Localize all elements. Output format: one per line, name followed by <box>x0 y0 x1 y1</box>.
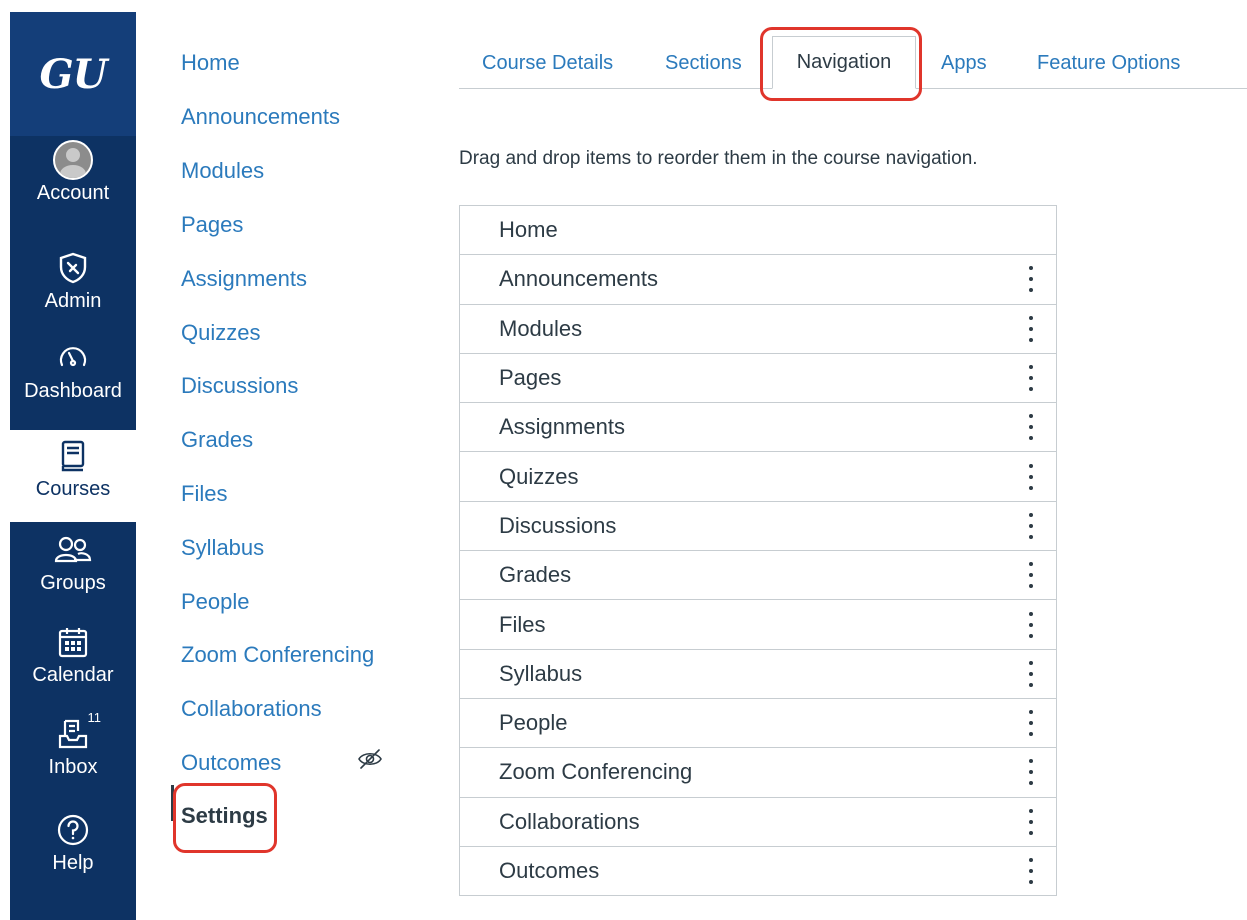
global-nav-label: Courses <box>35 478 111 500</box>
global-nav-calendar[interactable]: Calendar <box>10 622 136 706</box>
course-nav-quizzes[interactable]: Quizzes <box>181 320 260 346</box>
course-nav-pages[interactable]: Pages <box>181 212 243 238</box>
course-nav-assignments[interactable]: Assignments <box>181 266 307 292</box>
kebab-menu-icon[interactable] <box>1024 562 1038 589</box>
list-item-label: Collaborations <box>499 808 640 834</box>
kebab-menu-icon[interactable] <box>1024 808 1038 835</box>
navigation-list: Home Announcements Modules Pages Assignm… <box>459 205 1057 897</box>
avatar-icon <box>53 140 93 180</box>
course-nav-syllabus[interactable]: Syllabus <box>181 535 264 561</box>
course-nav-announcements[interactable]: Announcements <box>181 104 340 130</box>
list-item[interactable]: Outcomes <box>460 847 1056 897</box>
shield-icon <box>53 248 93 288</box>
logo-text: GU <box>39 50 107 98</box>
global-nav-admin[interactable]: Admin <box>10 248 136 332</box>
list-item[interactable]: Quizzes <box>460 452 1056 502</box>
kebab-menu-icon[interactable] <box>1024 611 1038 638</box>
calendar-icon <box>53 622 93 662</box>
list-item[interactable]: Syllabus <box>460 650 1056 699</box>
global-nav-label: Groups <box>40 572 106 594</box>
list-item[interactable]: Assignments <box>460 403 1056 453</box>
course-nav-outcomes[interactable]: Outcomes <box>181 750 281 776</box>
course-nav-modules[interactable]: Modules <box>181 158 264 184</box>
tab-course-details[interactable]: Course Details <box>482 52 613 75</box>
global-nav-inbox[interactable]: 11 Inbox <box>10 710 136 800</box>
list-item-label: Outcomes <box>499 858 600 883</box>
course-nav-zoom-conferencing[interactable]: Zoom Conferencing <box>181 642 374 668</box>
global-nav: GU Account Admin Dashboard Courses Group… <box>10 12 136 920</box>
kebab-menu-icon[interactable] <box>1024 463 1038 490</box>
kebab-menu-icon[interactable] <box>1024 512 1038 539</box>
global-nav-label: Account <box>36 182 110 204</box>
tab-feature-options[interactable]: Feature Options <box>1037 52 1180 75</box>
institution-logo[interactable]: GU <box>10 12 136 136</box>
speedometer-icon <box>53 338 93 378</box>
global-nav-label: Dashboard <box>24 380 122 402</box>
course-nav-collaborations[interactable]: Collaborations <box>181 696 322 722</box>
kebab-menu-icon[interactable] <box>1024 660 1038 687</box>
global-nav-label: Admin <box>44 290 102 312</box>
list-item[interactable]: Home <box>460 206 1056 256</box>
list-item-label: Announcements <box>499 266 658 292</box>
kebab-menu-icon[interactable] <box>1024 759 1038 786</box>
course-nav-grades[interactable]: Grades <box>181 427 253 453</box>
navigation-tab-highlight-outline <box>760 27 922 101</box>
inbox-icon: 11 <box>53 710 101 754</box>
global-nav-label: Calendar <box>32 664 114 686</box>
kebab-menu-icon[interactable] <box>1024 315 1038 342</box>
kebab-menu-icon[interactable] <box>1024 365 1038 392</box>
list-item-label: Discussions <box>499 512 617 538</box>
list-item[interactable]: Collaborations <box>460 798 1056 847</box>
list-item-label: People <box>499 710 568 736</box>
list-item[interactable]: Grades <box>460 551 1056 601</box>
list-item-label: Zoom Conferencing <box>499 759 693 785</box>
course-nav-home[interactable]: Home <box>181 50 240 76</box>
tab-apps[interactable]: Apps <box>941 52 987 75</box>
list-item-label: Home <box>499 217 558 243</box>
global-nav-help[interactable]: Help <box>10 810 136 900</box>
global-nav-account[interactable]: Account <box>10 140 136 230</box>
inbox-badge: 11 <box>87 710 102 725</box>
list-item[interactable]: Pages <box>460 354 1056 404</box>
list-item-label: Quizzes <box>499 463 579 489</box>
course-nav-files[interactable]: Files <box>181 481 227 507</box>
kebab-menu-icon[interactable] <box>1024 266 1038 293</box>
kebab-menu-icon[interactable] <box>1024 414 1038 441</box>
help-icon <box>53 810 93 850</box>
list-item-label: Pages <box>499 365 562 391</box>
settings-highlight-outline <box>173 783 277 853</box>
global-nav-groups[interactable]: Groups <box>10 530 136 614</box>
kebab-menu-icon[interactable] <box>1024 858 1038 884</box>
list-item[interactable]: Discussions <box>460 502 1056 552</box>
list-item-label: Grades <box>499 562 572 588</box>
list-item-label: Assignments <box>499 414 625 440</box>
instructions-text: Drag and drop items to reorder them in t… <box>459 148 978 169</box>
course-nav-people[interactable]: People <box>181 589 250 615</box>
people-icon <box>53 530 93 570</box>
global-nav-dashboard[interactable]: Dashboard <box>10 338 136 428</box>
list-item-label: Modules <box>499 315 583 341</box>
list-item[interactable]: Zoom Conferencing <box>460 748 1056 798</box>
tab-sections[interactable]: Sections <box>665 52 742 75</box>
book-icon <box>53 436 93 476</box>
list-item[interactable]: Files <box>460 600 1056 650</box>
global-nav-label: Inbox <box>48 756 98 778</box>
list-item[interactable]: People <box>460 699 1056 749</box>
eye-slash-icon <box>357 748 383 775</box>
list-item[interactable]: Modules <box>460 305 1056 354</box>
list-item-label: Syllabus <box>499 660 583 686</box>
list-item-label: Files <box>499 611 546 637</box>
course-nav-discussions[interactable]: Discussions <box>181 373 298 399</box>
list-item[interactable]: Announcements <box>460 255 1056 305</box>
global-nav-label: Help <box>52 852 94 874</box>
global-nav-courses[interactable]: Courses <box>10 430 136 522</box>
kebab-menu-icon[interactable] <box>1024 710 1038 737</box>
